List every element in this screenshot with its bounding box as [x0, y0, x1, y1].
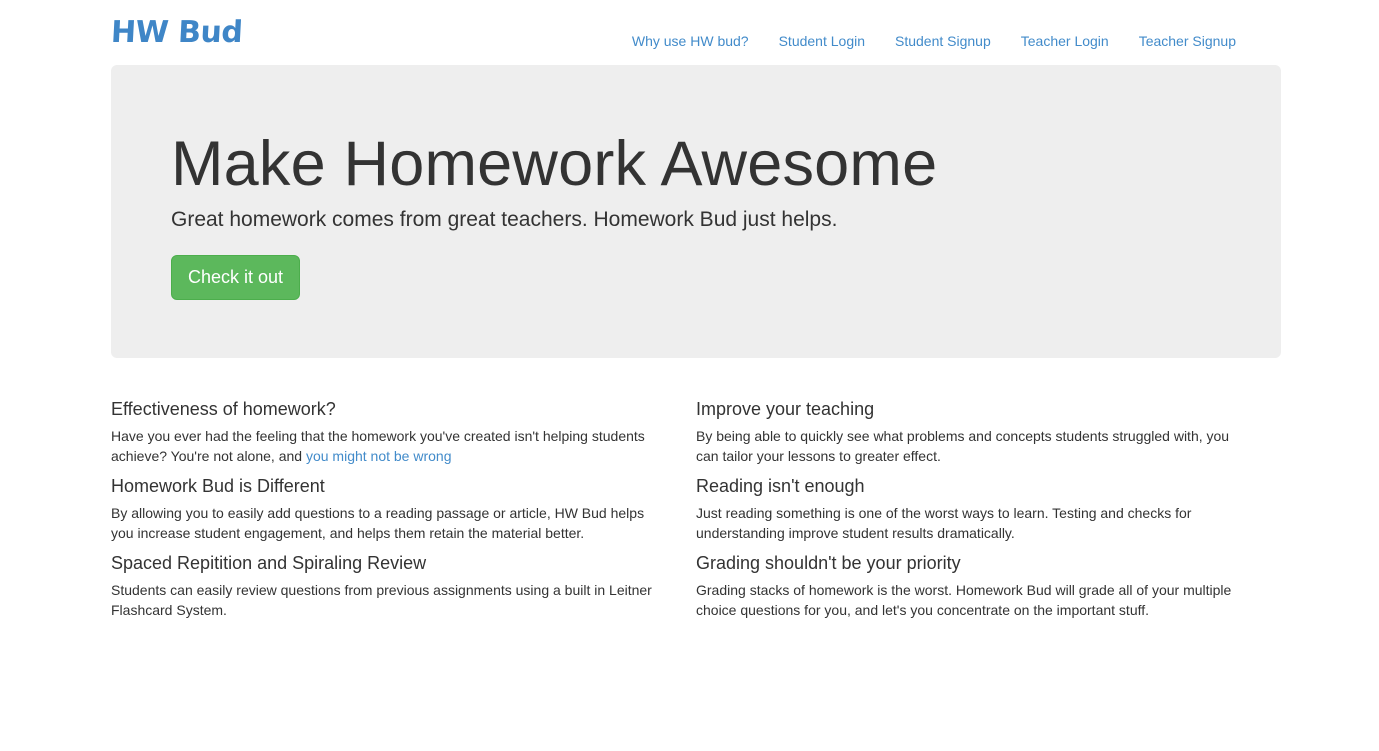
- hero-lead: Great homework comes from great teachers…: [171, 208, 838, 231]
- page-container: HW Bud Why use HW bud? Student Login Stu…: [110, 0, 1281, 629]
- nav-why-use[interactable]: Why use HW bud?: [632, 31, 749, 51]
- features-section: Effectiveness of homework? Have you ever…: [111, 398, 1281, 629]
- feature-text: Have you ever had the feeling that the h…: [111, 426, 661, 466]
- feature-item: Improve your teaching By being able to q…: [696, 398, 1246, 466]
- nav-student-login[interactable]: Student Login: [779, 31, 865, 51]
- feature-title: Spaced Repitition and Spiraling Review: [111, 553, 427, 573]
- hero-jumbotron: Make Homework Awesome Great homework com…: [111, 65, 1281, 358]
- features-right-column: Improve your teaching By being able to q…: [696, 398, 1281, 629]
- feature-title: Improve your teaching: [696, 399, 875, 419]
- feature-text: By being able to quickly see what proble…: [696, 428, 1230, 464]
- check-it-out-button[interactable]: Check it out: [171, 255, 300, 300]
- might-not-be-wrong-link[interactable]: you might not be wrong: [306, 448, 452, 464]
- feature-text: Grading stacks of homework is the worst.…: [696, 582, 1232, 618]
- nav-student-signup[interactable]: Student Signup: [895, 31, 991, 51]
- feature-text: By allowing you to easily add questions …: [111, 505, 645, 541]
- nav-teacher-signup[interactable]: Teacher Signup: [1139, 31, 1236, 51]
- feature-item: Grading shouldn't be your priority Gradi…: [696, 552, 1246, 620]
- features-left-column: Effectiveness of homework? Have you ever…: [111, 398, 696, 629]
- feature-item: Reading isn't enough Just reading someth…: [696, 475, 1246, 543]
- nav-teacher-login[interactable]: Teacher Login: [1021, 31, 1109, 51]
- header: HW Bud Why use HW bud? Student Login Stu…: [110, 0, 1281, 65]
- feature-title: Grading shouldn't be your priority: [696, 553, 961, 573]
- feature-text: Students can easily review questions fro…: [111, 582, 652, 618]
- hero-title: Make Homework Awesome: [171, 129, 938, 199]
- top-nav: Why use HW bud? Student Login Student Si…: [632, 31, 1236, 51]
- feature-item: Homework Bud is Different By allowing yo…: [111, 475, 661, 543]
- feature-title: Reading isn't enough: [696, 476, 865, 496]
- brand-logo[interactable]: HW Bud: [110, 14, 243, 52]
- feature-text: Just reading something is one of the wor…: [696, 505, 1192, 541]
- feature-item: Spaced Repitition and Spiraling Review S…: [111, 552, 661, 620]
- feature-title: Effectiveness of homework?: [111, 399, 336, 419]
- feature-title: Homework Bud is Different: [111, 476, 325, 496]
- feature-item: Effectiveness of homework? Have you ever…: [111, 398, 661, 466]
